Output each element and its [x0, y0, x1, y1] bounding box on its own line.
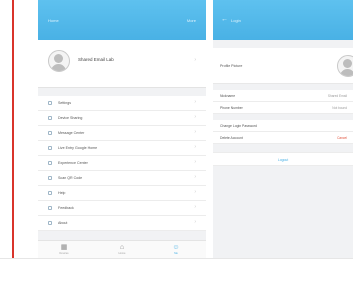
menu-item-help[interactable]: Help ›	[38, 186, 206, 201]
tab-label: Devices	[59, 252, 69, 255]
row-value: Shared Email	[327, 94, 347, 98]
app-bar-action[interactable]: More	[187, 18, 196, 23]
menu-item-label: Feedback	[58, 206, 74, 210]
profile-picture-row[interactable]: Profile Picture	[213, 48, 353, 84]
menu-item-label: Scan QR Code	[58, 176, 83, 180]
chevron-right-icon: ›	[194, 114, 196, 120]
menu-item-label: Message Center	[58, 131, 85, 135]
menu-item-experience-center[interactable]: Experience Center ›	[38, 156, 206, 171]
row-value: Not bound	[332, 106, 347, 110]
chevron-right-icon: ›	[194, 204, 196, 210]
chevron-right-icon: ›	[194, 144, 196, 150]
tab-label: Home	[118, 252, 126, 255]
back-arrow-icon[interactable]: ←	[221, 16, 228, 23]
right-phone-screen: ← Login Profile Picture Nickname Shared …	[213, 0, 353, 258]
top-app-bar: ← Login	[213, 0, 353, 40]
me-icon: ☺	[172, 244, 180, 251]
profile-name: Shared Email Lab	[78, 57, 114, 62]
user-icon	[48, 101, 52, 105]
row-key: Delete Account	[220, 136, 243, 140]
bottom-divider-line	[0, 258, 353, 259]
menu-item-label: Settings	[58, 101, 71, 105]
menu-item-google-home[interactable]: Live Entry Google Home ›	[38, 141, 206, 156]
tab-label: Me	[174, 252, 178, 255]
message-icon	[48, 131, 52, 135]
scan-icon	[48, 176, 52, 180]
left-phone-screen: Home More Shared Email Lab › Settings › …	[38, 0, 206, 258]
menu-item-device-sharing[interactable]: Device Sharing ›	[38, 111, 206, 126]
row-key: Nickname	[220, 94, 236, 98]
phone-number-row[interactable]: Phone Number Not bound	[213, 102, 353, 114]
device-icon: ▦	[60, 244, 68, 251]
tab-devices[interactable]: ▦ Devices	[54, 243, 74, 255]
nickname-row[interactable]: Nickname Shared Email	[213, 90, 353, 102]
change-password-row[interactable]: Change Login Password	[213, 120, 353, 132]
avatar-body-icon	[51, 64, 66, 71]
menu-list: Settings › Device Sharing › Message Cent…	[38, 96, 206, 231]
help-icon	[48, 191, 52, 195]
tab-me[interactable]: ☺ Me	[166, 243, 186, 255]
menu-item-scan-qr[interactable]: Scan QR Code ›	[38, 171, 206, 186]
home-icon: ⌂	[119, 244, 125, 251]
logout-label: Logout	[277, 158, 289, 162]
avatar	[48, 50, 70, 72]
chevron-right-icon: ›	[194, 189, 196, 195]
row-key: Change Login Password	[220, 124, 257, 128]
row-key: Phone Number	[220, 106, 243, 110]
menu-item-label: Live Entry Google Home	[58, 146, 98, 150]
menu-item-message-center[interactable]: Message Center ›	[38, 126, 206, 141]
row-value: Cancel	[337, 136, 347, 140]
red-divider-line	[12, 0, 14, 258]
avatar-head-icon	[54, 54, 63, 63]
tab-home[interactable]: ⌂ Home	[112, 243, 132, 255]
top-app-bar: Home More	[38, 0, 206, 40]
profile-picture-label: Profile Picture	[220, 64, 243, 68]
menu-item-about[interactable]: About ›	[38, 216, 206, 231]
profile-card[interactable]: Shared Email Lab ›	[38, 40, 206, 88]
chevron-right-icon: ›	[194, 159, 196, 165]
logout-button[interactable]: Logout	[213, 152, 353, 166]
bottom-tab-bar: ▦ Devices ⌂ Home ☺ Me	[38, 240, 206, 258]
menu-item-feedback[interactable]: Feedback ›	[38, 201, 206, 216]
info-icon	[48, 221, 52, 225]
share-icon	[48, 116, 52, 120]
menu-item-label: Help	[58, 191, 66, 195]
chevron-right-icon: ›	[194, 174, 196, 180]
app-bar-title: Login	[231, 18, 241, 23]
link-icon	[48, 146, 52, 150]
avatar	[337, 55, 353, 77]
chevron-right-icon: ›	[194, 99, 196, 105]
chevron-right-icon: ›	[194, 57, 196, 63]
chevron-right-icon: ›	[194, 219, 196, 225]
menu-item-label: Experience Center	[58, 161, 88, 165]
feedback-icon	[48, 206, 52, 210]
avatar-head-icon	[343, 59, 352, 68]
menu-item-settings[interactable]: Settings ›	[38, 96, 206, 111]
menu-item-label: About	[58, 221, 68, 225]
delete-account-row[interactable]: Delete Account Cancel	[213, 132, 353, 144]
menu-item-label: Device Sharing	[58, 116, 83, 120]
avatar-body-icon	[340, 69, 353, 76]
app-bar-title: Home	[48, 18, 59, 23]
chevron-right-icon: ›	[194, 129, 196, 135]
flask-icon	[48, 161, 52, 165]
